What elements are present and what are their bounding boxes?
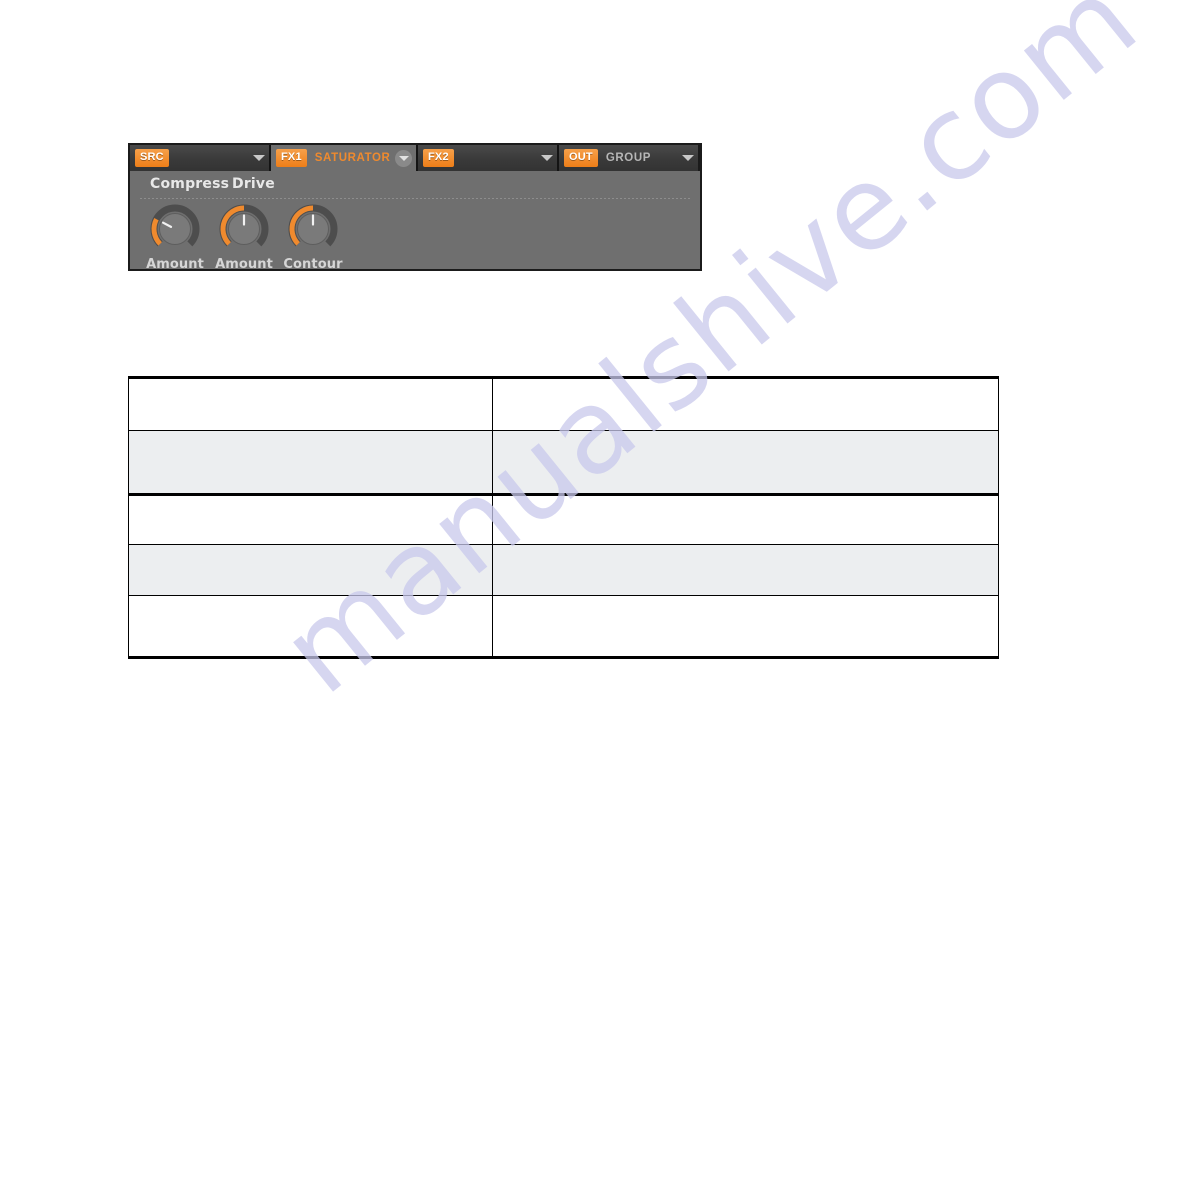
chevron-down-icon[interactable] bbox=[682, 155, 694, 161]
section-title-compress: Compress bbox=[150, 176, 230, 192]
table-cell bbox=[128, 494, 493, 545]
table-row bbox=[128, 494, 999, 545]
plugin-slot-tab-strip: SRC FX1 SATURATOR FX2 OUT GROUP bbox=[130, 145, 700, 171]
knob-dial-drive-contour[interactable] bbox=[288, 204, 338, 254]
knob-dial-compress-amount[interactable] bbox=[150, 204, 200, 254]
plugin-parameter-area: Compress Drive Amount Amount Contour bbox=[130, 171, 700, 272]
tab-out[interactable]: OUT GROUP bbox=[559, 145, 698, 171]
tab-fx2-badge: FX2 bbox=[423, 149, 454, 167]
knob-drive-contour[interactable]: Contour bbox=[278, 204, 348, 272]
table-row bbox=[128, 595, 999, 659]
chevron-down-icon[interactable] bbox=[253, 155, 265, 161]
tab-src[interactable]: SRC bbox=[130, 145, 271, 171]
tab-out-label: GROUP bbox=[605, 152, 651, 164]
table-row bbox=[128, 544, 999, 596]
table-body bbox=[128, 376, 999, 659]
chevron-down-icon[interactable] bbox=[541, 155, 553, 161]
table-row bbox=[128, 430, 999, 496]
saturator-plugin-panel: SRC FX1 SATURATOR FX2 OUT GROUP Compress… bbox=[128, 143, 702, 272]
parameter-description-table bbox=[128, 376, 999, 659]
section-divider-rule bbox=[140, 198, 692, 199]
table-cell bbox=[128, 376, 493, 431]
tab-fx1-dropdown-button[interactable] bbox=[395, 149, 412, 167]
tab-src-badge: SRC bbox=[135, 149, 169, 167]
knob-dial-drive-amount[interactable] bbox=[219, 204, 269, 254]
chevron-down-icon bbox=[398, 155, 409, 161]
table-cell bbox=[492, 430, 999, 496]
table-cell bbox=[128, 595, 493, 659]
table-cell bbox=[492, 544, 999, 596]
tab-fx1-badge: FX1 bbox=[276, 149, 307, 167]
knob-compress-amount[interactable]: Amount bbox=[140, 204, 210, 272]
knob-label-compress-amount: Amount bbox=[146, 257, 204, 272]
knob-label-drive-amount: Amount bbox=[215, 257, 273, 272]
table-cell bbox=[128, 544, 493, 596]
knob-drive-amount[interactable]: Amount bbox=[209, 204, 279, 272]
tab-fx2[interactable]: FX2 bbox=[418, 145, 559, 171]
tab-out-badge: OUT bbox=[564, 149, 598, 167]
table-cell bbox=[128, 430, 493, 496]
tab-fx1-label: SATURATOR bbox=[314, 152, 391, 164]
section-title-drive: Drive bbox=[232, 176, 275, 192]
table-cell bbox=[492, 494, 999, 545]
table-cell bbox=[492, 595, 999, 659]
tab-fx1[interactable]: FX1 SATURATOR bbox=[271, 145, 418, 171]
knob-label-drive-contour: Contour bbox=[283, 257, 343, 272]
table-cell bbox=[492, 376, 999, 431]
table-row bbox=[128, 376, 999, 431]
